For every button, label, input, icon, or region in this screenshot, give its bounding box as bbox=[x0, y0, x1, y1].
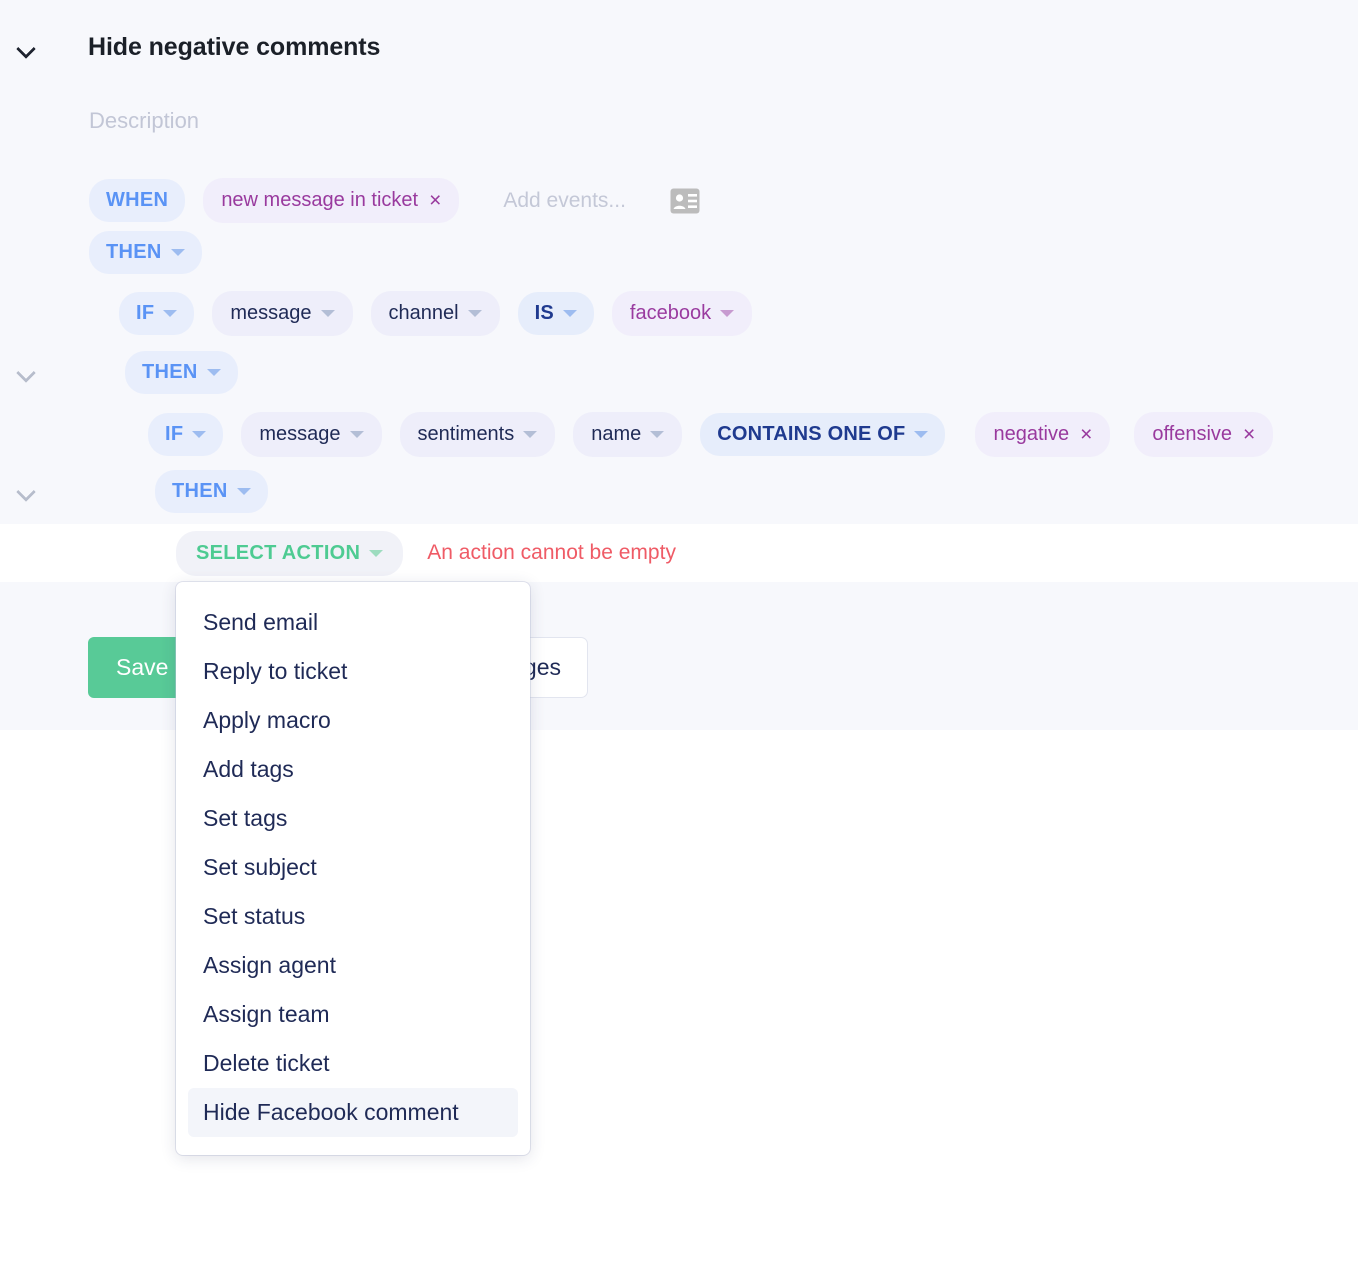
chevron-down-icon bbox=[562, 310, 577, 317]
chevron-down-icon-then-3[interactable] bbox=[16, 481, 36, 501]
contact-card-icon[interactable] bbox=[670, 188, 700, 214]
rule-description-input[interactable]: Description bbox=[89, 108, 199, 134]
action-dropdown-item[interactable]: Send email bbox=[188, 598, 518, 647]
condition-1-value-label: facebook bbox=[629, 302, 712, 324]
action-dropdown-item[interactable]: Reply to ticket bbox=[188, 647, 518, 696]
action-dropdown-item[interactable]: Assign agent bbox=[188, 941, 518, 990]
then-row-2: THEN bbox=[125, 351, 238, 394]
then-keyword-label-2: THEN bbox=[142, 361, 198, 383]
chevron-down-icon bbox=[206, 369, 221, 376]
select-action-row: SELECT ACTION An action cannot be empty bbox=[0, 524, 1358, 582]
action-dropdown-item[interactable]: Set status bbox=[188, 892, 518, 941]
when-keyword-chip[interactable]: WHEN bbox=[89, 179, 186, 222]
chevron-down-icon bbox=[650, 431, 665, 438]
then-keyword-chip-3[interactable]: THEN bbox=[155, 470, 268, 513]
chevron-down-icon bbox=[236, 488, 251, 495]
chevron-down-icon-then-2[interactable] bbox=[16, 362, 36, 382]
add-events-input[interactable]: Add events... bbox=[503, 189, 626, 213]
chevron-down-icon bbox=[192, 431, 207, 438]
chevron-down-icon bbox=[467, 310, 482, 317]
action-dropdown-item[interactable]: Delete ticket bbox=[188, 1039, 518, 1088]
close-icon[interactable]: × bbox=[429, 190, 441, 211]
then-row-1: THEN bbox=[89, 231, 202, 274]
condition-2-entity-select[interactable]: message bbox=[241, 412, 382, 457]
condition-1-operator-label: IS bbox=[534, 302, 554, 324]
chevron-down-icon bbox=[170, 249, 185, 256]
chevron-down-icon bbox=[720, 310, 735, 317]
then-row-3: THEN bbox=[155, 470, 268, 513]
if-keyword-label-1: IF bbox=[136, 302, 155, 324]
action-dropdown-item[interactable]: Hide Facebook comment bbox=[188, 1088, 518, 1137]
condition-2-value-chip-negative[interactable]: negative × bbox=[975, 412, 1111, 457]
action-dropdown-item[interactable]: Assign team bbox=[188, 990, 518, 1039]
chevron-down-icon bbox=[914, 431, 929, 438]
condition-2-value-label-negative: negative bbox=[993, 423, 1070, 445]
event-chip-new-message-in-ticket[interactable]: new message in ticket × bbox=[203, 178, 460, 223]
condition-1-attribute-select[interactable]: channel bbox=[370, 291, 500, 336]
then-keyword-label-3: THEN bbox=[172, 480, 228, 502]
condition-row-2: IF message sentiments name CONTAINS ONE … bbox=[148, 412, 1274, 457]
condition-2-operator-label: CONTAINS ONE OF bbox=[717, 423, 906, 445]
condition-1-entity-label: message bbox=[230, 302, 312, 324]
if-keyword-chip-2[interactable]: IF bbox=[148, 413, 224, 456]
condition-2-attribute-label: sentiments bbox=[417, 423, 515, 445]
condition-2-value-chip-offensive[interactable]: offensive × bbox=[1134, 412, 1274, 457]
select-action-button[interactable]: SELECT ACTION bbox=[176, 530, 404, 576]
condition-1-entity-select[interactable]: message bbox=[212, 291, 353, 336]
condition-1-value-select[interactable]: facebook bbox=[611, 291, 753, 336]
when-row: WHEN new message in ticket × Add events.… bbox=[89, 178, 700, 223]
chevron-down-icon bbox=[163, 310, 178, 317]
rule-header: Hide negative comments bbox=[0, 0, 1358, 100]
condition-row-1: IF message channel IS facebook bbox=[119, 291, 753, 336]
chevron-down-icon bbox=[320, 310, 335, 317]
if-keyword-label-2: IF bbox=[165, 423, 184, 445]
condition-1-attribute-label: channel bbox=[388, 302, 459, 324]
chevron-down-icon bbox=[349, 431, 364, 438]
rule-title: Hide negative comments bbox=[88, 33, 381, 61]
action-dropdown-item[interactable]: Add tags bbox=[188, 745, 518, 794]
condition-2-operator-select[interactable]: CONTAINS ONE OF bbox=[700, 413, 946, 456]
action-dropdown-item[interactable]: Set tags bbox=[188, 794, 518, 843]
rule-editor-panel: Hide negative comments Description WHEN … bbox=[0, 0, 1358, 524]
chevron-down-icon bbox=[523, 431, 538, 438]
condition-2-subattribute-select[interactable]: name bbox=[573, 412, 683, 457]
select-action-label: SELECT ACTION bbox=[196, 541, 361, 564]
action-dropdown-item[interactable]: Set subject bbox=[188, 843, 518, 892]
action-dropdown-item[interactable]: Apply macro bbox=[188, 696, 518, 745]
condition-2-entity-label: message bbox=[259, 423, 341, 445]
condition-1-operator-select[interactable]: IS bbox=[517, 292, 594, 335]
condition-2-subattribute-label: name bbox=[591, 423, 642, 445]
condition-2-value-label-offensive: offensive bbox=[1152, 423, 1233, 445]
chevron-down-icon bbox=[369, 549, 384, 557]
if-keyword-chip-1[interactable]: IF bbox=[119, 292, 195, 335]
close-icon[interactable]: × bbox=[1080, 424, 1092, 445]
then-keyword-chip-2[interactable]: THEN bbox=[125, 351, 238, 394]
action-error-message: An action cannot be empty bbox=[427, 541, 676, 564]
condition-2-attribute-select[interactable]: sentiments bbox=[399, 412, 556, 457]
close-icon[interactable]: × bbox=[1243, 424, 1255, 445]
then-keyword-chip-1[interactable]: THEN bbox=[89, 231, 202, 274]
action-dropdown-menu: Send email Reply to ticket Apply macro Add … bbox=[176, 582, 530, 1155]
chevron-down-icon[interactable] bbox=[16, 38, 36, 58]
then-keyword-label-1: THEN bbox=[106, 241, 162, 263]
event-chip-label: new message in ticket bbox=[221, 189, 419, 211]
